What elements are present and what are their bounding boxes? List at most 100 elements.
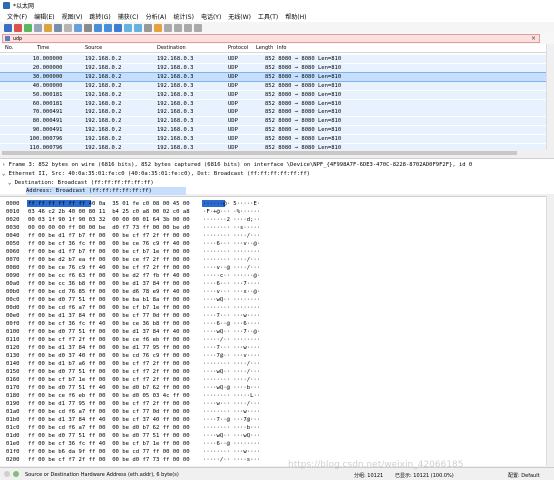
hex-off: 0170	[6, 385, 20, 391]
hex-ascii: ········ ···w····	[203, 409, 261, 415]
menu-item-1[interactable]: 编辑(E)	[34, 12, 54, 21]
hex-ascii: ····6··· ···7····	[203, 281, 261, 287]
packet-row[interactable]: 1 0.000000 192.168.0.2 192.168.0.3 UDP 852 80…	[0, 55, 546, 63]
packet-row[interactable]: 4 0.000000 192.168.0.2 192.168.0.3 UDP 852 80…	[0, 81, 546, 90]
packet-list-hscrollbar[interactable]	[0, 150, 546, 156]
hex-off: 0040	[6, 233, 20, 239]
resize-columns-icon[interactable]	[194, 23, 202, 32]
hex-ascii: ········ ········	[203, 305, 261, 311]
hscroll-thumb[interactable]	[2, 151, 517, 155]
packet-cell-time: 0.000000	[36, 64, 63, 71]
column-header-destination[interactable]: Destination	[157, 45, 186, 51]
packet-cell-info: 852 8080 → 8080 Len=810	[265, 136, 342, 143]
go-forward-icon[interactable]	[104, 23, 112, 32]
packet-row[interactable]: 5 0.000181 192.168.0.2 192.168.0.3 UDP 852 80…	[0, 90, 546, 99]
close-file-icon[interactable]	[64, 23, 72, 32]
column-header-time[interactable]: Time	[37, 45, 49, 51]
hex-bytes: ff 00 be d1 37 84 ff 00 00 be cf 77 0d f…	[28, 313, 190, 319]
packet-bytes-scrollbar[interactable]	[546, 196, 554, 466]
menu-item-8[interactable]: 无线(W)	[228, 12, 251, 21]
hex-off: 0000	[6, 201, 20, 207]
open-file-icon[interactable]	[44, 23, 52, 32]
clear-filter-icon[interactable]: ×	[531, 35, 536, 42]
packet-cell-proto: UDP	[228, 109, 238, 116]
stop-capture-icon[interactable]	[14, 23, 22, 32]
packet-row[interactable]: 3 0.000000 192.168.0.2 192.168.0.3 UDP 852 80…	[0, 71, 546, 82]
status-profile[interactable]: 配置: Default	[508, 472, 540, 479]
last-packet-icon[interactable]	[134, 23, 142, 32]
hex-off: 0120	[6, 345, 20, 351]
hex-ascii: ·F·+@··· ·%······	[203, 209, 261, 215]
menu-item-3[interactable]: 跳转(G)	[89, 12, 110, 21]
column-header-source[interactable]: Source	[85, 45, 102, 51]
packet-row[interactable]: 2 0.000000 192.168.0.2 192.168.0.3 UDP 852 80…	[0, 63, 546, 72]
hex-off: 0140	[6, 361, 20, 367]
packet-row[interactable]: 7 0.000491 192.168.0.2 192.168.0.3 UDP 852 80…	[0, 108, 546, 117]
hex-bytes: ff 00 be d0 77 51 ff 00 00 be cf f7 2f f…	[28, 369, 190, 375]
packet-row[interactable]: 10 0.000796 192.168.0.2 192.168.0.3 UDP 852 8…	[0, 135, 546, 144]
packet-list-scrollbar[interactable]	[546, 44, 554, 150]
detail-address-row[interactable]: Address: Broadcast (ff:ff:ff:ff:ff:ff)	[26, 187, 186, 195]
menu-item-6[interactable]: 统计(S)	[173, 12, 194, 21]
packet-row[interactable]: 8 0.000491 192.168.0.2 192.168.0.3 UDP 852 80…	[0, 117, 546, 126]
title-bar: *以太网	[0, 0, 554, 11]
column-header-info[interactable]: Info	[277, 45, 286, 51]
column-header-no[interactable]: No.	[5, 45, 13, 51]
packet-list-header: No. Time Source Destination Protocol Len…	[0, 44, 546, 53]
status-packets: 分组: 10121	[354, 473, 384, 479]
packet-cell-src: 192.168.0.2	[85, 118, 122, 125]
find-packet-icon[interactable]	[84, 23, 92, 32]
hex-ascii: ····wQ·· ···7··@·	[203, 329, 261, 335]
detail-destination: Destination: Broadcast (ff:ff:ff:ff:ff:f…	[14, 180, 154, 186]
column-header-protocol[interactable]: Protocol	[228, 45, 248, 51]
menu-item-9[interactable]: 工具(T)	[258, 12, 278, 21]
go-back-icon[interactable]	[94, 23, 102, 32]
reload-icon[interactable]	[74, 23, 82, 32]
hex-bytes: ff 00 be cd 76 85 ff 00 00 be d6 78 e9 f…	[28, 289, 190, 295]
go-to-packet-icon[interactable]	[114, 23, 122, 32]
autoscroll-icon[interactable]	[144, 23, 152, 32]
zoom-in-icon[interactable]	[164, 23, 172, 32]
hex-bytes: ff 00 be d2 b7 ea ff 00 00 be ce f7 2f f…	[28, 257, 190, 263]
packet-row[interactable]: 9 0.000491 192.168.0.2 192.168.0.3 UDP 852 80…	[0, 126, 546, 135]
hex-off: 0160	[6, 377, 20, 383]
capture-options-icon[interactable]	[34, 23, 42, 32]
packet-details-pane: › Frame 3: 852 bytes on wire (6816 bits)…	[0, 158, 554, 195]
column-header-length[interactable]: Length	[256, 45, 273, 51]
hex-bytes: ff 00 be d0 77 51 ff 00 00 be ba b1 8a f…	[28, 297, 190, 303]
menu-item-10[interactable]: 帮助(H)	[285, 12, 306, 21]
packet-cell-proto: UDP	[228, 136, 238, 143]
first-packet-icon[interactable]	[124, 23, 132, 32]
menu-item-4[interactable]: 捕获(C)	[118, 12, 139, 21]
packet-cell-no: 10	[29, 136, 36, 143]
detail-frame-row[interactable]: › Frame 3: 852 bytes on wire (6816 bits)…	[2, 161, 472, 169]
hex-ascii: ······@· 5·····E·	[203, 201, 261, 207]
hex-ascii: ········ ··s·····	[203, 225, 261, 231]
packet-cell-proto: UDP	[228, 118, 238, 125]
packet-row[interactable]: 6 0.000181 192.168.0.2 192.168.0.3 UDP 852 80…	[0, 99, 546, 108]
hex-ascii: ····7··· ···w····	[203, 345, 261, 351]
detail-destination-row[interactable]: ⌄ Destination: Broadcast (ff:ff:ff:ff:ff…	[8, 179, 154, 187]
hex-bytes: ff 00 be d1 b7 a6 ff 00 00 be cf f7 2f f…	[28, 361, 190, 367]
save-file-icon[interactable]	[54, 23, 62, 32]
menu-item-7[interactable]: 电话(Y)	[201, 12, 221, 21]
zoom-out-icon[interactable]	[174, 23, 182, 32]
detail-ethernet-row[interactable]: ⌄ Ethernet II, Src: 40:0a:35:01:fe:c0 (4…	[2, 170, 310, 178]
menu-item-5[interactable]: 分析(A)	[146, 12, 167, 21]
packet-cell-src: 192.168.0.2	[85, 56, 122, 62]
display-filter-input[interactable]	[13, 35, 513, 42]
hex-off: 0030	[6, 225, 20, 231]
menu-bar: 文件(F) 编辑(E) 视图(V) 跳转(G) 捕获(C) 分析(A) 统计(S) 电话(Y)…	[0, 11, 554, 22]
menu-item-2[interactable]: 视图(V)	[62, 12, 83, 21]
menu-item-0[interactable]: 文件(F)	[7, 12, 27, 21]
bookmark-filter-icon[interactable]	[5, 36, 10, 41]
packet-cell-time: 0.000491	[36, 118, 63, 125]
normal-size-icon[interactable]	[184, 23, 192, 32]
restart-capture-icon[interactable]	[24, 23, 32, 32]
hex-bytes: ff 00 be ce 76 c9 ff 40 00 be cf f7 2f f…	[28, 265, 190, 271]
main-toolbar	[0, 22, 554, 33]
hex-off: 0200	[6, 457, 20, 463]
colorize-icon[interactable]	[154, 23, 162, 32]
start-capture-icon[interactable]	[4, 23, 12, 32]
detail-ethernet: Ethernet II, Src: 40:0a:35:01:fe:c0 (40:…	[8, 171, 310, 177]
